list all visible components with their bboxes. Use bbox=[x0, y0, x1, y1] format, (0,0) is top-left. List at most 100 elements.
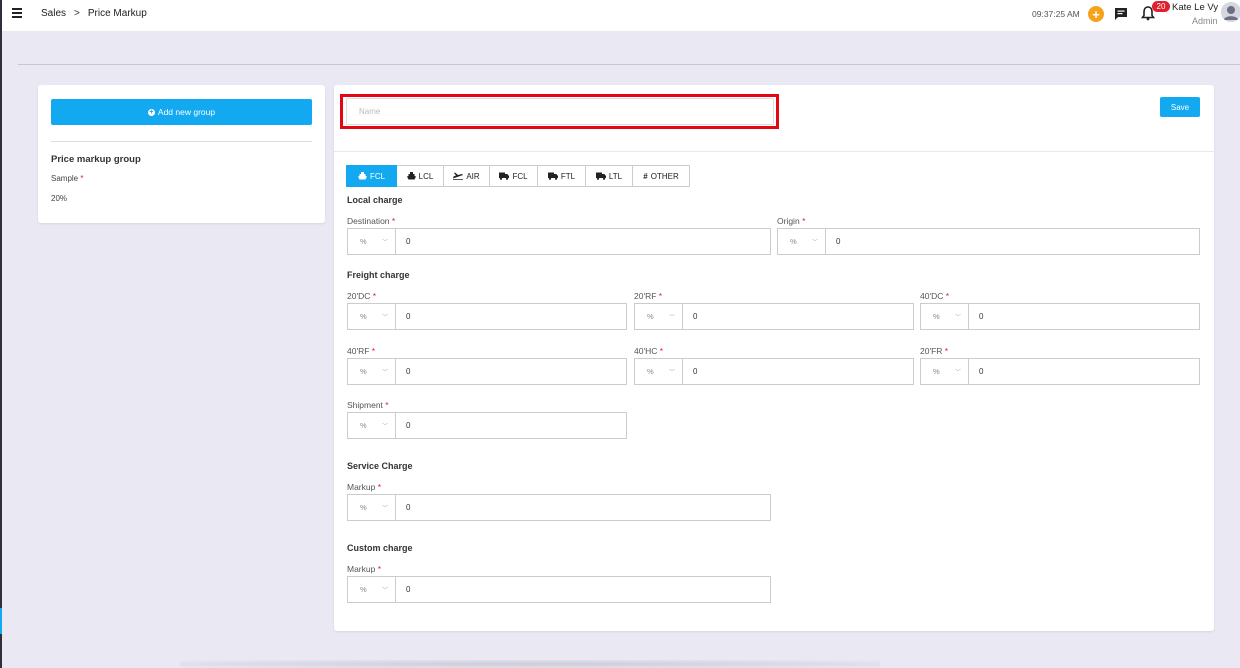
rf40-input[interactable] bbox=[396, 359, 626, 384]
truck-icon bbox=[547, 172, 558, 180]
unit-select[interactable]: % ﹀ bbox=[348, 495, 396, 520]
unit-select[interactable]: % ﹀ bbox=[348, 577, 396, 602]
unit-select[interactable]: % ﹀ bbox=[778, 229, 826, 254]
app-sidebar-strip bbox=[0, 0, 2, 668]
custom-markup-field: % ﹀ bbox=[347, 576, 771, 603]
service-markup-input[interactable] bbox=[396, 495, 770, 520]
bottom-shadow bbox=[180, 660, 880, 668]
page-divider bbox=[18, 64, 1240, 65]
save-button[interactable]: Save bbox=[1160, 97, 1200, 117]
user-name[interactable]: Kate Le Vy bbox=[1172, 2, 1218, 13]
chevron-down-icon: ﹀ bbox=[381, 424, 388, 430]
tab-label: FCL bbox=[512, 171, 528, 181]
destination-label: Destination * bbox=[347, 216, 396, 226]
tab-ltl[interactable]: LTL bbox=[586, 165, 633, 187]
unit-select[interactable]: % ﹀ bbox=[348, 413, 396, 438]
tab-label: AIR bbox=[466, 171, 480, 181]
chevron-down-icon: ﹀ bbox=[381, 588, 388, 594]
chevron-down-icon: ﹀ bbox=[381, 370, 388, 376]
service-markup-field: % ﹀ bbox=[347, 494, 771, 521]
rf40-field: % ﹀ bbox=[347, 358, 627, 385]
truck-icon bbox=[499, 172, 510, 180]
tab-label: FCL bbox=[369, 171, 386, 181]
hc40-input[interactable] bbox=[683, 359, 913, 384]
breadcrumb-separator: > bbox=[74, 8, 80, 19]
required-marker: * bbox=[80, 174, 84, 183]
shipment-label: Shipment * bbox=[347, 400, 389, 410]
dc20-label: 20'DC * bbox=[347, 291, 377, 301]
top-bar: Sales > Price Markup 09:37:25 AM + 20 Ka… bbox=[2, 0, 1240, 31]
dc40-label: 40'DC * bbox=[920, 291, 950, 301]
origin-input[interactable] bbox=[826, 229, 1199, 254]
dc20-input[interactable] bbox=[396, 304, 626, 329]
chevron-down-icon: ﹀ bbox=[954, 370, 961, 376]
shipment-input[interactable] bbox=[396, 413, 626, 438]
avatar[interactable] bbox=[1221, 2, 1240, 22]
shipment-field: % ﹀ bbox=[347, 412, 627, 439]
mode-tabs: FCL LCL AIR FCL FTL LTL # OTHER bbox=[346, 165, 690, 187]
group-item-value: 20% bbox=[51, 194, 68, 203]
breadcrumb-current: Price Markup bbox=[87, 8, 147, 19]
tab-label: LCL bbox=[418, 171, 434, 181]
chevron-down-icon: ﹀ bbox=[381, 240, 388, 246]
plus-circle-icon: + bbox=[147, 108, 155, 116]
name-input[interactable] bbox=[346, 98, 774, 125]
unit-select[interactable]: % ﹀ bbox=[348, 304, 396, 329]
unit-select[interactable]: % ﹀ bbox=[921, 359, 969, 384]
tab-lcl[interactable]: LCL bbox=[397, 165, 444, 187]
plus-icon: + bbox=[1092, 6, 1100, 22]
truck-icon bbox=[595, 172, 606, 180]
chevron-down-icon: ﹀ bbox=[668, 315, 675, 321]
fr20-label: 20'FR * bbox=[920, 346, 949, 356]
origin-label: Origin * bbox=[777, 216, 806, 226]
tab-other[interactable]: # OTHER bbox=[633, 165, 690, 187]
user-role: Admin bbox=[1192, 16, 1218, 26]
local-charge-title: Local charge bbox=[347, 195, 403, 205]
menu-icon[interactable] bbox=[12, 8, 22, 18]
chevron-down-icon: ﹀ bbox=[381, 506, 388, 512]
tab-ftl[interactable]: FTL bbox=[538, 165, 586, 187]
rf20-input[interactable] bbox=[683, 304, 913, 329]
form-divider bbox=[334, 151, 1214, 152]
tab-fcl-truck[interactable]: FCL bbox=[490, 165, 538, 187]
plane-icon bbox=[453, 172, 464, 180]
service-markup-label: Markup * bbox=[347, 482, 382, 492]
add-new-group-button[interactable]: + Add new group bbox=[51, 99, 312, 125]
hash-icon: # bbox=[643, 171, 648, 181]
hc40-field: % ﹀ bbox=[634, 358, 914, 385]
destination-input[interactable] bbox=[396, 229, 770, 254]
user-avatar-icon bbox=[1221, 2, 1240, 22]
origin-field: % ﹀ bbox=[777, 228, 1200, 255]
group-item-sample[interactable]: Sample * bbox=[51, 174, 83, 183]
custom-charge-title: Custom charge bbox=[347, 543, 413, 553]
breadcrumb-sales[interactable]: Sales bbox=[41, 8, 66, 19]
unit-select[interactable]: % ﹀ bbox=[635, 304, 683, 329]
tab-fcl-sea[interactable]: FCL bbox=[346, 165, 397, 187]
chat-icon[interactable] bbox=[1114, 7, 1128, 20]
unit-select[interactable]: % ﹀ bbox=[921, 304, 969, 329]
group-title: Price markup group bbox=[51, 154, 141, 165]
notification-badge: 20 bbox=[1152, 1, 1170, 12]
unit-select[interactable]: % ﹀ bbox=[348, 229, 396, 254]
service-charge-title: Service Charge bbox=[347, 461, 413, 471]
group-item-label: Sample bbox=[51, 174, 79, 183]
chevron-down-icon: ﹀ bbox=[811, 240, 818, 246]
tab-label: FTL bbox=[560, 171, 576, 181]
rf40-label: 40'RF * bbox=[347, 346, 376, 356]
clock: 09:37:25 AM bbox=[1032, 9, 1080, 19]
custom-markup-input[interactable] bbox=[396, 577, 770, 602]
rf20-label: 20'RF * bbox=[634, 291, 663, 301]
rf20-field: % ﹀ bbox=[634, 303, 914, 330]
sidebar-active-indicator bbox=[0, 608, 2, 634]
markup-form: Save FCL LCL AIR FCL FTL LTL # OTHER bbox=[334, 85, 1214, 631]
quick-add-button[interactable]: + bbox=[1088, 6, 1104, 22]
chevron-down-icon: ﹀ bbox=[954, 315, 961, 321]
dc40-input[interactable] bbox=[969, 304, 1199, 329]
dc40-field: % ﹀ bbox=[920, 303, 1200, 330]
unit-select[interactable]: % ﹀ bbox=[635, 359, 683, 384]
fr20-input[interactable] bbox=[969, 359, 1199, 384]
tab-air[interactable]: AIR bbox=[444, 165, 490, 187]
fr20-field: % ﹀ bbox=[920, 358, 1200, 385]
add-new-group-label: Add new group bbox=[157, 107, 216, 117]
unit-select[interactable]: % ﹀ bbox=[348, 359, 396, 384]
